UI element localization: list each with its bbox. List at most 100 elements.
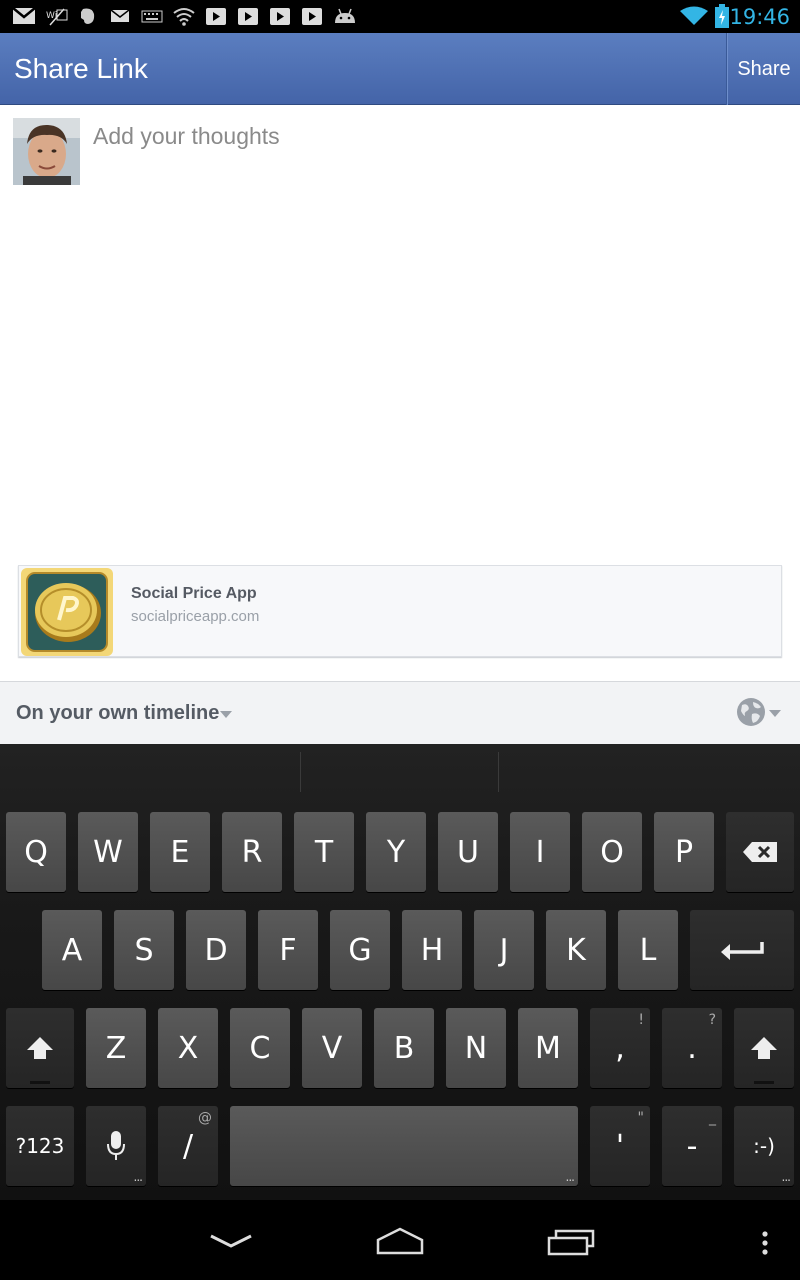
key-x[interactable]: X: [158, 1008, 218, 1088]
suggestion-divider: [300, 752, 301, 792]
dash-label: -: [686, 1128, 698, 1164]
wifi-signal-icon: [680, 6, 708, 25]
underscore-hint: _: [709, 1110, 716, 1126]
home-icon[interactable]: [374, 1226, 426, 1256]
period-label: .: [687, 1030, 697, 1066]
slash-key[interactable]: / @: [158, 1106, 218, 1186]
avatar-image: [13, 118, 80, 185]
keyboard-icon: [141, 10, 163, 23]
key-period[interactable]: . ?: [662, 1008, 722, 1088]
battery-charging-icon: [715, 4, 729, 28]
slash-label: /: [182, 1128, 194, 1164]
at-hint: @: [198, 1110, 212, 1126]
action-bar: Share Link Share: [0, 33, 800, 105]
key-u[interactable]: U: [438, 812, 498, 892]
caret-down-icon[interactable]: [220, 711, 232, 718]
navigation-bar: [0, 1200, 800, 1280]
keyboard: Q W E R T Y U I O P A S D F G H J K L Z …: [0, 744, 800, 1200]
key-j[interactable]: J: [474, 910, 534, 990]
shift-icon: [27, 1037, 53, 1059]
apostrophe-label: ': [615, 1128, 625, 1164]
mic-key[interactable]: ...: [86, 1106, 146, 1186]
audience-bar: On your own timeline: [0, 681, 800, 744]
dash-key[interactable]: - _: [662, 1106, 722, 1186]
key-p[interactable]: P: [654, 812, 714, 892]
gmail-icon: [12, 7, 36, 24]
play-store-icon: [238, 8, 258, 25]
enter-arrow-icon: [721, 942, 764, 960]
more-dots: ...: [133, 1170, 144, 1184]
wifi-sign-icon: Wi: [46, 8, 68, 26]
link-url: socialpriceapp.com: [131, 608, 260, 625]
key-comma[interactable]: , !: [590, 1008, 650, 1088]
play-store-icon: [270, 8, 290, 25]
thoughts-input[interactable]: Add your thoughts: [93, 123, 280, 150]
compose-area: Add your thoughts Social Price App socia…: [0, 105, 800, 681]
question-hint: ?: [708, 1012, 716, 1028]
link-title: Social Price App: [131, 585, 257, 602]
evernote-icon: [81, 8, 95, 24]
privacy-caret-icon[interactable]: [769, 710, 781, 717]
key-g[interactable]: G: [330, 910, 390, 990]
key-e[interactable]: E: [150, 812, 210, 892]
key-s[interactable]: S: [114, 910, 174, 990]
play-store-icon: [302, 8, 322, 25]
more-dots: ...: [565, 1170, 576, 1184]
recent-apps-icon[interactable]: [546, 1226, 596, 1258]
key-n[interactable]: N: [446, 1008, 506, 1088]
smiley-label: :-): [753, 1134, 775, 1158]
link-preview-card[interactable]: Social Price App socialpriceapp.com: [18, 565, 782, 657]
hide-keyboard-icon[interactable]: [208, 1232, 254, 1252]
key-w[interactable]: W: [78, 812, 138, 892]
shift-key-right[interactable]: [734, 1008, 794, 1088]
key-y[interactable]: Y: [366, 812, 426, 892]
page-title: Share Link: [14, 53, 148, 84]
microphone-icon: [107, 1131, 125, 1160]
exclamation-hint: !: [638, 1012, 644, 1028]
key-t[interactable]: T: [294, 812, 354, 892]
shift-indicator: [754, 1081, 774, 1084]
status-bar: Wi 19:46: [0, 0, 800, 33]
key-m[interactable]: M: [518, 1008, 578, 1088]
key-h[interactable]: H: [402, 910, 462, 990]
wifi-icon: [173, 8, 195, 26]
key-b[interactable]: B: [374, 1008, 434, 1088]
space-key[interactable]: ...: [230, 1106, 578, 1186]
suggestion-divider: [498, 752, 499, 792]
action-divider: [726, 33, 727, 105]
key-c[interactable]: C: [230, 1008, 290, 1088]
key-a[interactable]: A: [42, 910, 102, 990]
mail-icon: [110, 9, 130, 22]
key-r[interactable]: R: [222, 812, 282, 892]
audience-selector[interactable]: On your own timeline: [16, 702, 219, 725]
globe-icon[interactable]: [736, 697, 766, 727]
play-store-icon: [206, 8, 226, 25]
symbols-key[interactable]: ?123: [6, 1106, 74, 1186]
key-o[interactable]: O: [582, 812, 642, 892]
social-price-app-icon: [21, 568, 113, 656]
key-f[interactable]: F: [258, 910, 318, 990]
key-k[interactable]: K: [546, 910, 606, 990]
key-i[interactable]: I: [510, 812, 570, 892]
shift-indicator: [30, 1081, 50, 1084]
suggestion-strip[interactable]: [0, 744, 800, 796]
key-z[interactable]: Z: [86, 1008, 146, 1088]
apostrophe-key[interactable]: ' ": [590, 1106, 650, 1186]
enter-key[interactable]: [690, 910, 794, 990]
quote-hint: ": [637, 1110, 644, 1126]
menu-overflow-icon[interactable]: [759, 1230, 771, 1256]
shift-key-left[interactable]: [6, 1008, 74, 1088]
key-v[interactable]: V: [302, 1008, 362, 1088]
backspace-icon: [743, 842, 777, 862]
key-d[interactable]: D: [186, 910, 246, 990]
comma-label: ,: [615, 1030, 625, 1066]
clock: 19:46: [729, 5, 790, 29]
backspace-key[interactable]: [726, 812, 794, 892]
smiley-key[interactable]: :-) ...: [734, 1106, 794, 1186]
android-icon: [335, 8, 355, 23]
key-l[interactable]: L: [618, 910, 678, 990]
more-dots: ...: [781, 1170, 792, 1184]
share-button[interactable]: Share: [728, 33, 800, 105]
shift-icon: [751, 1037, 777, 1059]
key-q[interactable]: Q: [6, 812, 66, 892]
